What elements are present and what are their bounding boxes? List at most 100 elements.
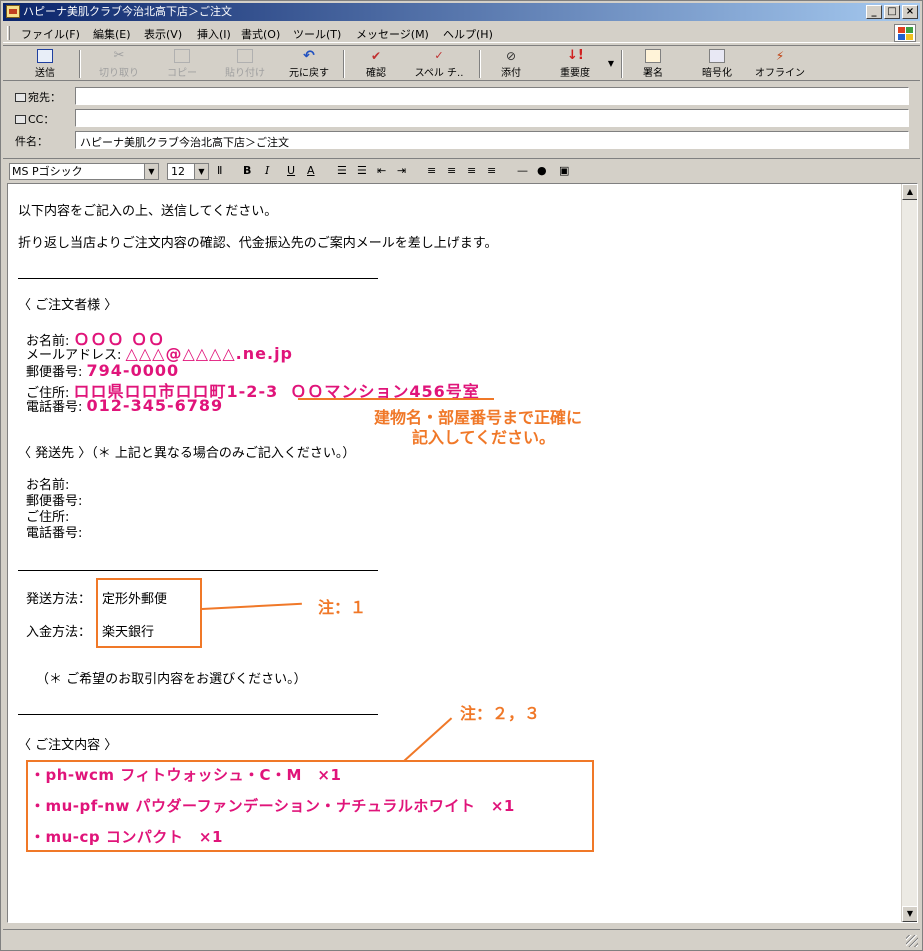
hyperlink-icon[interactable]: ● (537, 164, 547, 177)
maximize-button[interactable]: □ (884, 5, 900, 19)
menu-tools[interactable]: ツール(T) (293, 26, 341, 42)
font-size-select[interactable]: 12 ▼ (167, 163, 209, 180)
intro-line-2: 折り返し当店よりご注文内容の確認、代金振込先のご案内メールを差し上げます。 (18, 236, 498, 251)
close-button[interactable]: × (902, 5, 918, 19)
send-icon (37, 49, 53, 63)
send-button[interactable]: 送信 (17, 48, 73, 80)
horizontal-line-icon[interactable]: — (517, 164, 528, 177)
title-bar: ハピーナ美肌クラブ今治北高下店＞ご注文 _ □ × (3, 3, 920, 21)
font-select[interactable]: MS Pゴシック ▼ (9, 163, 159, 180)
toolbar: 送信 ✂ 切り取り コピー 貼り付け ↶ 元に戻す ✔ 確認 ✓ スペル チ.. (3, 45, 920, 81)
chevron-down-icon: ▼ (144, 164, 158, 179)
scroll-up-button[interactable]: ▲ (902, 184, 917, 200)
menu-help[interactable]: ヘルプ(H) (443, 26, 493, 42)
copy-button[interactable]: コピー (157, 48, 207, 80)
bold-button[interactable]: B (243, 164, 251, 177)
divider (18, 714, 378, 715)
copy-icon (174, 49, 190, 63)
check-names-button[interactable]: ✔ 確認 (353, 48, 399, 80)
note23-leader-line (403, 717, 453, 762)
menu-insert[interactable]: 挿入(I) (197, 26, 231, 42)
sign-label: 署名 (643, 68, 663, 79)
status-bar (3, 929, 920, 949)
cc-field[interactable] (75, 109, 909, 127)
menu-edit[interactable]: 編集(E) (93, 26, 131, 42)
chevron-down-icon: ▼ (194, 164, 208, 179)
message-body[interactable]: 以下内容をご記入の上、送信してください。 折り返し当店よりご注文内容の確認、代金… (7, 183, 918, 923)
priority-button[interactable]: ↓! 重要度 (545, 48, 605, 80)
menu-view[interactable]: 表示(V) (144, 26, 182, 42)
check-names-icon: ✔ (370, 49, 382, 63)
address-note-2: 記入してください。 (412, 428, 556, 447)
attach-button[interactable]: ⊘ 添付 (489, 48, 533, 80)
window-controls: _ □ × (864, 5, 918, 19)
align-center-icon[interactable]: ≡ (447, 164, 456, 177)
format-bar: MS Pゴシック ▼ 12 ▼ Ⅱ B I U A ☰ ☰ ⇤ ⇥ ≡ ≡ ≡ … (3, 158, 920, 182)
undo-button[interactable]: ↶ 元に戻す (281, 48, 337, 80)
undo-icon: ↶ (303, 48, 315, 64)
phone-row: 電話番号: 012-345-6789 (26, 396, 223, 415)
method-highlight-box (96, 578, 202, 648)
indent-icon[interactable]: ⇥ (397, 164, 406, 177)
scroll-down-button[interactable]: ▼ (902, 906, 917, 922)
subject-field[interactable]: ハピーナ美肌クラブ今治北高下店＞ご注文 (75, 131, 909, 149)
justify-icon[interactable]: ≡ (487, 164, 496, 177)
resize-grip-icon[interactable] (906, 935, 918, 947)
payment-method-label: 入金方法： (26, 625, 92, 640)
to-label[interactable]: 宛先： (15, 89, 61, 105)
align-left-icon[interactable]: ≡ (427, 164, 436, 177)
insert-picture-icon[interactable]: ▣ (559, 164, 569, 177)
paste-label: 貼り付け (225, 68, 265, 79)
divider (18, 570, 378, 571)
sign-button[interactable]: 署名 (631, 48, 675, 80)
window-title: ハピーナ美肌クラブ今治北高下店＞ご注文 (23, 5, 232, 18)
to-row: 宛先： (3, 86, 920, 106)
toolbar-separator (621, 50, 623, 78)
select-note: （＊ ご希望のお取引内容をお選びください。） (36, 672, 307, 687)
chevron-down-icon: ▼ (607, 59, 615, 68)
underline-button[interactable]: U (287, 164, 295, 177)
align-right-icon[interactable]: ≡ (467, 164, 476, 177)
menu-bar: ファイル(F) 編集(E) 表示(V) 挿入(I) 書式(O) ツール(T) メ… (3, 23, 920, 43)
priority-dropdown[interactable]: ▼ (605, 48, 617, 80)
sign-icon (645, 49, 661, 63)
cc-row: CC： (3, 108, 920, 128)
order-item: ・mu-cp コンパクト ×1 (30, 828, 223, 846)
intro-line-1: 以下内容をご記入の上、送信してください。 (18, 204, 278, 219)
send-label: 送信 (35, 68, 55, 79)
bullet-list-icon[interactable]: ☰ (357, 164, 367, 177)
spelling-button[interactable]: ✓ スペル チ.. (407, 48, 471, 80)
cut-button[interactable]: ✂ 切り取り (89, 48, 149, 80)
paste-icon (237, 49, 253, 63)
paste-button[interactable]: 貼り付け (217, 48, 273, 80)
font-size-value: 12 (171, 165, 185, 178)
menu-message[interactable]: メッセージ(M) (356, 26, 429, 42)
encrypt-label: 暗号化 (702, 68, 732, 79)
menu-file[interactable]: ファイル(F) (21, 26, 80, 42)
menu-format[interactable]: 書式(O) (241, 26, 280, 42)
encrypt-button[interactable]: 暗号化 (693, 48, 741, 80)
outdent-icon[interactable]: ⇤ (377, 164, 386, 177)
cc-label[interactable]: CC： (15, 111, 54, 127)
font-color-button[interactable]: A (307, 164, 315, 177)
cut-label: 切り取り (99, 68, 139, 79)
order-heading: 〈 ご注文内容 〉 (18, 738, 118, 753)
note-2-3: 注：２，３ (460, 704, 541, 723)
ship-heading: 〈 発送先 〉（＊ 上記と異なる場合のみご記入ください。） (18, 446, 356, 461)
numbered-list-icon[interactable]: ☰ (337, 164, 347, 177)
subject-label: 件名： (15, 135, 48, 148)
phone-label: 電話番号: (26, 400, 83, 415)
ship-phone-label: 電話番号: (26, 526, 83, 541)
address-underline (298, 398, 494, 400)
minimize-button[interactable]: _ (866, 5, 882, 19)
font-value: MS Pゴシック (12, 165, 83, 178)
menu-grip (7, 26, 10, 40)
compose-app-icon (6, 5, 20, 18)
priority-icon: ↓! (567, 48, 584, 63)
paragraph-style-icon[interactable]: Ⅱ (217, 164, 222, 177)
italic-button[interactable]: I (265, 164, 269, 177)
toolbar-separator (79, 50, 81, 78)
vertical-scrollbar[interactable]: ▲ ▼ (901, 184, 917, 922)
to-field[interactable] (75, 87, 909, 105)
offline-button[interactable]: ⚡ オフライン (747, 48, 813, 80)
